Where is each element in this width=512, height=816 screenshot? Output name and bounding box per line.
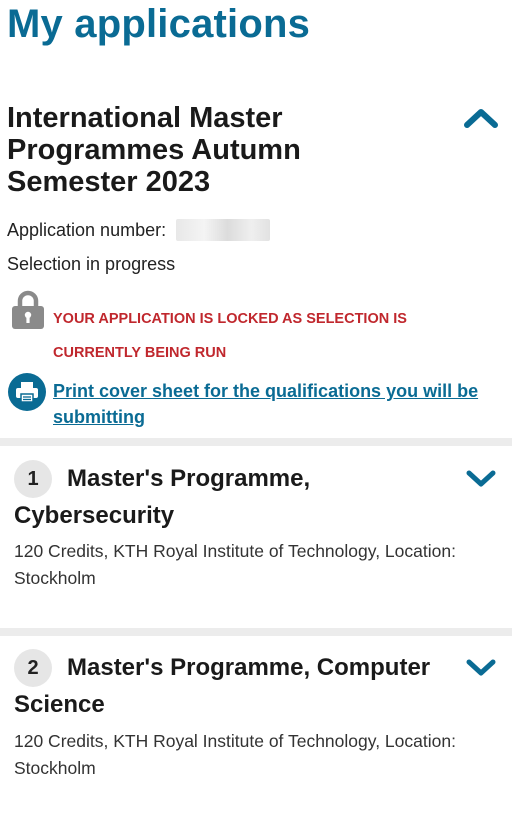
selection-status: Selection in progress — [7, 254, 176, 274]
locked-warning-message: YOUR APPLICATION IS LOCKED AS SELECTION … — [53, 311, 407, 361]
expand-programme-button[interactable] — [459, 651, 503, 685]
padlock-icon — [12, 290, 44, 329]
programme-details: 120 Credits, KTH Royal Institute of Tech… — [14, 731, 456, 778]
application-number-label: Application number: — [7, 219, 167, 240]
expand-programme-button[interactable] — [459, 462, 503, 496]
printer-icon — [16, 382, 38, 403]
programme-details: 120 Credits, KTH Royal Institute of Tech… — [14, 541, 456, 588]
chevron-down-icon — [466, 470, 496, 487]
programme-choice-1: 1 Master's Programme, Cybersecurity 120 … — [0, 446, 512, 626]
collapse-application-button[interactable] — [459, 100, 503, 136]
application-number-row: Application number: — [7, 219, 271, 241]
programme-choice-2: 2 Master's Programme, Computer Science 1… — [0, 636, 512, 816]
application-number-redacted — [176, 219, 271, 241]
programme-title: Master's Programme, Computer Science — [14, 654, 431, 718]
section-divider — [0, 438, 512, 446]
chevron-up-icon — [464, 109, 498, 128]
page-title: My applications — [7, 2, 311, 46]
section-divider — [0, 628, 512, 636]
programme-title: Master's Programme, Cybersecurity — [14, 465, 311, 529]
print-button[interactable] — [8, 373, 46, 411]
chevron-down-icon — [466, 659, 496, 676]
application-term-title: International Master Programmes Autumn S… — [7, 102, 301, 198]
print-cover-sheet-link[interactable]: Print cover sheet for the qualifications… — [53, 378, 508, 430]
